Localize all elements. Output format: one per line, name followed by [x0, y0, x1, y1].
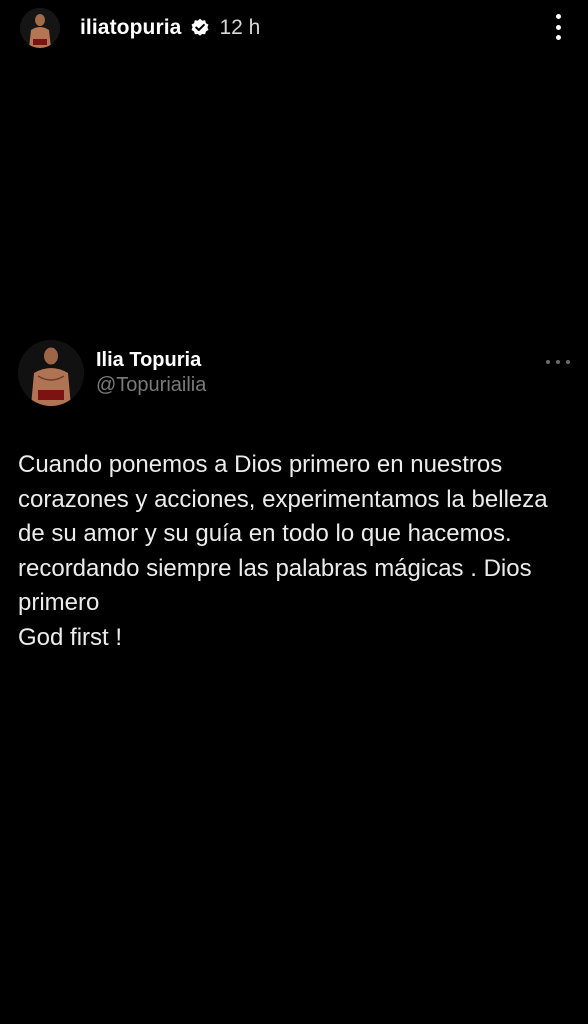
dot	[555, 24, 561, 30]
tweet-author-name[interactable]: Ilia Topuria	[96, 348, 206, 372]
story-header: iliatopuria 12 h	[20, 6, 568, 50]
tweet-avatar[interactable]	[18, 340, 84, 406]
story-timestamp: 12 h	[219, 16, 261, 39]
vertical-ellipsis-icon[interactable]	[546, 12, 570, 42]
story-screen: iliatopuria 12 h Ilia Topuria @Topuriail…	[0, 0, 588, 1024]
dot	[546, 360, 550, 364]
story-username[interactable]: iliatopuria	[80, 16, 181, 40]
dot	[566, 360, 570, 364]
verified-badge-icon	[190, 18, 210, 38]
tweet-header: Ilia Topuria @Topuriailia	[18, 340, 570, 410]
avatar-image	[20, 8, 60, 48]
avatar-image	[18, 340, 84, 406]
dot	[555, 35, 561, 40]
tweet-text: Cuando ponemos a Dios primero en nuestro…	[18, 451, 548, 651]
horizontal-ellipsis-icon[interactable]	[546, 358, 570, 366]
dot	[556, 360, 560, 364]
story-avatar[interactable]	[20, 8, 60, 48]
tweet-card: Ilia Topuria @Topuriailia Cuando ponemos…	[18, 340, 570, 655]
tweet-author-handle[interactable]: @Topuriailia	[96, 372, 206, 398]
dot	[555, 14, 561, 19]
tweet-author: Ilia Topuria @Topuriailia	[96, 340, 206, 398]
